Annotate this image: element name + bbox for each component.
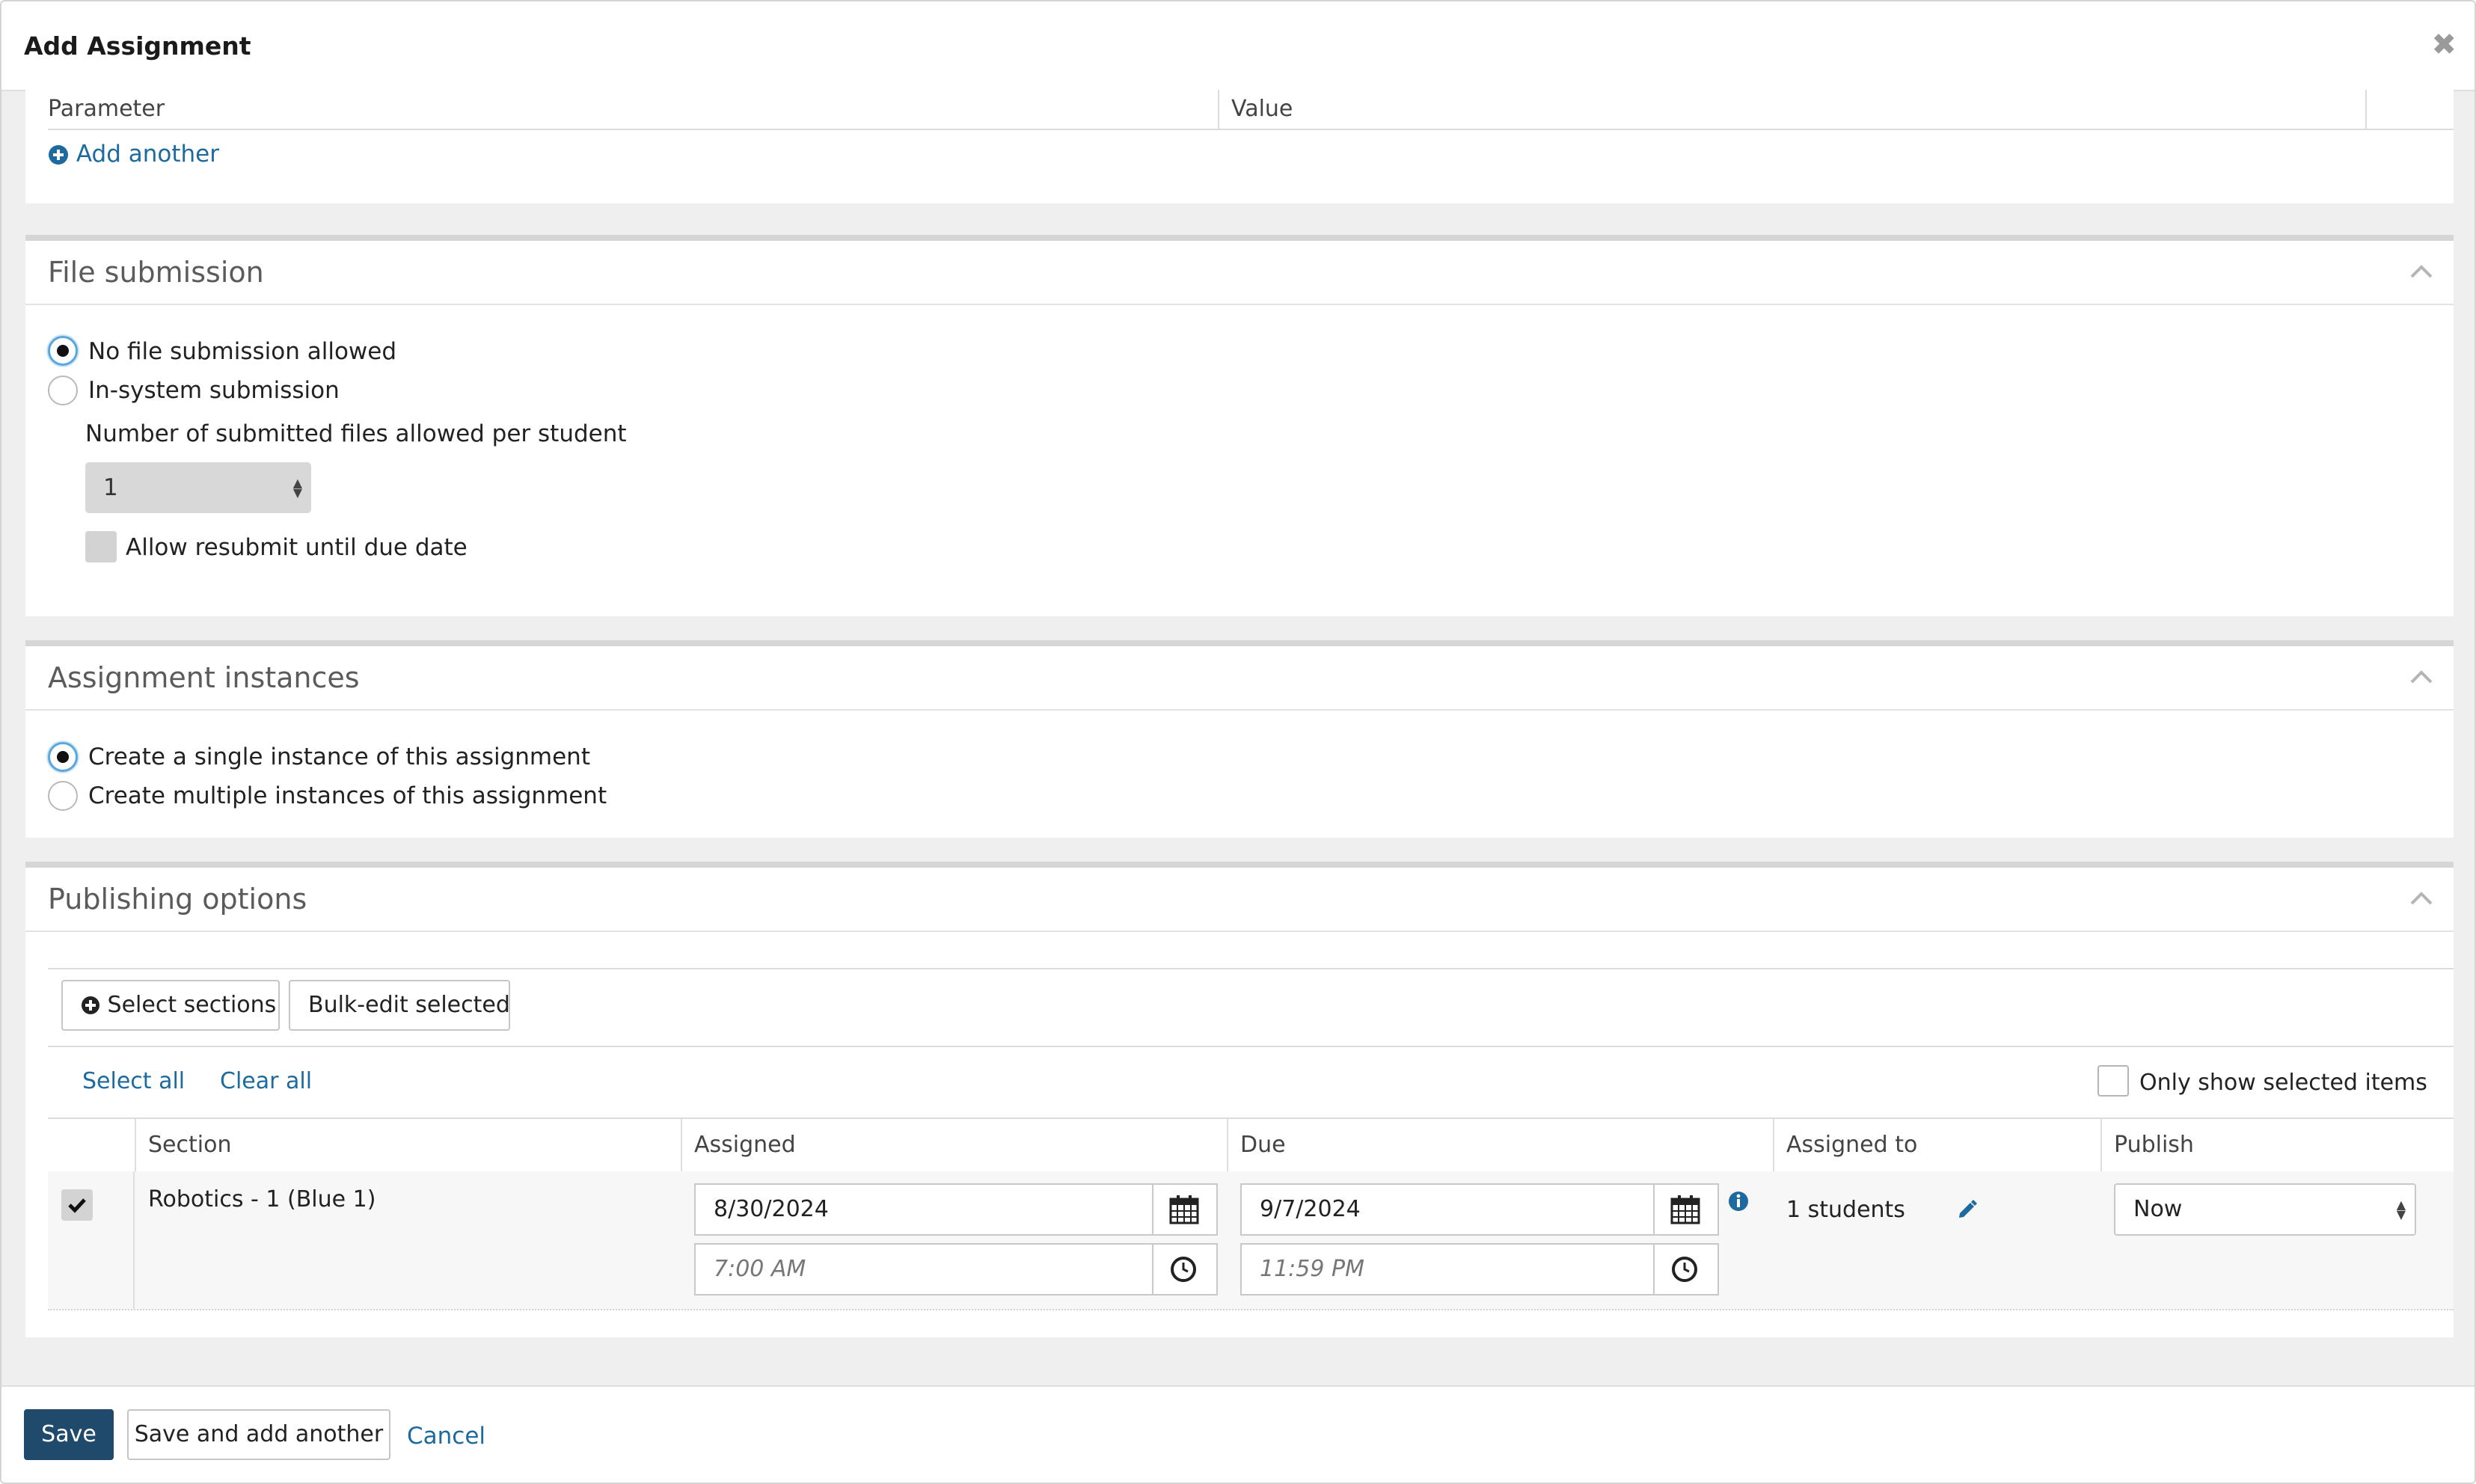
publish-column-header: Publish [2100, 1119, 2454, 1171]
single-instance-radio[interactable] [48, 742, 78, 772]
chevron-up-icon[interactable] [2409, 889, 2434, 907]
only-selected-label: Only show selected items [2139, 1070, 2427, 1096]
file-submission-panel: File submission No file submission allow… [25, 235, 2454, 616]
table-header-row: Section Assigned Due Assigned to Publish [48, 1117, 2454, 1173]
assigned-to-count: 1 students [1786, 1197, 1905, 1223]
assigned-time-input[interactable]: 7:00 AM [694, 1243, 1218, 1296]
due-time-picker-button[interactable] [1653, 1245, 1717, 1294]
allow-resubmit-label: Allow resubmit until due date [126, 534, 468, 561]
cancel-link[interactable]: Cancel [407, 1423, 485, 1450]
files-allowed-value: 1 [103, 474, 118, 501]
modal-header: Add Assignment ✖ [1, 1, 2475, 91]
multiple-instances-label: Create multiple instances of this assign… [88, 782, 607, 809]
allow-resubmit-checkbox[interactable] [85, 531, 117, 562]
calendar-icon [1169, 1195, 1199, 1224]
table-row: Robotics - 1 (Blue 1) 8/30/2024 7:00 AM … [48, 1171, 2454, 1310]
in-system-submission-label: In-system submission [88, 377, 340, 404]
chevron-up-icon[interactable] [2409, 667, 2434, 685]
assigned-time-value: 7:00 AM [714, 1256, 806, 1282]
select-all-link[interactable]: Select all [82, 1068, 185, 1094]
publishing-options-panel: Publishing options Select sections Bulk-… [25, 862, 2454, 1337]
section-name: Robotics - 1 (Blue 1) [148, 1186, 376, 1212]
publishing-toolbar: Select sections Bulk-edit selected [48, 968, 2454, 1047]
bulk-edit-button[interactable]: Bulk-edit selected [289, 980, 510, 1031]
info-icon[interactable] [1728, 1191, 1749, 1212]
section-column-header: Section [135, 1119, 681, 1171]
due-date-picker-button[interactable] [1653, 1185, 1717, 1234]
in-system-submission-radio[interactable] [48, 375, 78, 405]
plus-circle-icon [49, 145, 68, 165]
add-assignment-modal: Add Assignment ✖ Parameter Value Add ano… [0, 0, 2476, 1484]
check-icon [68, 1198, 86, 1213]
sections-table: Section Assigned Due Assigned to Publish… [48, 1117, 2454, 1310]
publish-select-value: Now [2133, 1196, 2183, 1222]
files-allowed-label: Number of submitted files allowed per st… [85, 420, 627, 447]
plus-circle-icon [82, 996, 99, 1014]
due-time-input[interactable]: 11:59 PM [1240, 1243, 1719, 1296]
actions-column-header [2365, 90, 2454, 129]
due-column-header: Due [1227, 1119, 1773, 1171]
close-icon[interactable]: ✖ [2431, 30, 2457, 60]
no-file-submission-label: No file submission allowed [88, 338, 397, 365]
assigned-to-column-header: Assigned to [1773, 1119, 2100, 1171]
single-instance-label: Create a single instance of this assignm… [88, 743, 590, 770]
parameter-column-header: Parameter [48, 96, 165, 122]
add-another-link[interactable]: Add another [48, 139, 219, 169]
multiple-instances-radio[interactable] [48, 781, 78, 811]
save-and-add-another-button[interactable]: Save and add another [127, 1409, 390, 1460]
file-submission-title: File submission [48, 256, 264, 289]
value-column-header: Value [1218, 90, 2365, 129]
only-selected-checkbox[interactable] [2097, 1065, 2129, 1097]
parameters-table-header: Parameter Value [48, 90, 2454, 130]
select-sections-button[interactable]: Select sections [61, 980, 280, 1031]
publishing-options-header[interactable]: Publishing options [25, 868, 2454, 932]
select-sections-label: Select sections [107, 992, 277, 1018]
chevron-up-icon[interactable] [2409, 262, 2434, 280]
row-select-checkbox[interactable] [61, 1189, 93, 1221]
select-arrows-icon: ▲ ▼ [2396, 1198, 2406, 1221]
publishing-options-title: Publishing options [48, 883, 307, 916]
clock-icon [1171, 1257, 1196, 1282]
save-button[interactable]: Save [24, 1409, 114, 1460]
assigned-column-header: Assigned [681, 1119, 1227, 1171]
modal-title: Add Assignment [24, 31, 251, 61]
row-divider [133, 1171, 135, 1309]
clear-all-link[interactable]: Clear all [220, 1068, 312, 1094]
select-column-header [48, 1119, 135, 1171]
assignment-instances-title: Assignment instances [48, 661, 360, 694]
add-another-label: Add another [76, 141, 219, 168]
assignment-instances-header[interactable]: Assignment instances [25, 646, 2454, 711]
pencil-icon[interactable] [1955, 1198, 1978, 1221]
modal-footer: Save Save and add another Cancel [1, 1385, 2475, 1483]
assigned-date-input[interactable]: 8/30/2024 [694, 1183, 1218, 1236]
assigned-time-picker-button[interactable] [1152, 1245, 1216, 1294]
publish-select[interactable]: Now ▲ ▼ [2114, 1183, 2416, 1236]
due-date-value: 9/7/2024 [1260, 1196, 1361, 1222]
select-arrows-icon: ▲ ▼ [292, 476, 302, 500]
due-time-value: 11:59 PM [1260, 1256, 1364, 1282]
file-submission-header[interactable]: File submission [25, 241, 2454, 305]
assignment-instances-panel: Assignment instances Create a single ins… [25, 640, 2454, 838]
no-file-submission-radio[interactable] [48, 336, 78, 366]
parameters-panel: Parameter Value Add another [25, 90, 2454, 203]
assigned-date-value: 8/30/2024 [714, 1196, 829, 1222]
calendar-icon [1670, 1195, 1700, 1224]
assigned-date-picker-button[interactable] [1152, 1185, 1216, 1234]
files-allowed-select[interactable]: 1 ▲ ▼ [85, 462, 311, 513]
due-date-input[interactable]: 9/7/2024 [1240, 1183, 1719, 1236]
clock-icon [1672, 1257, 1697, 1282]
